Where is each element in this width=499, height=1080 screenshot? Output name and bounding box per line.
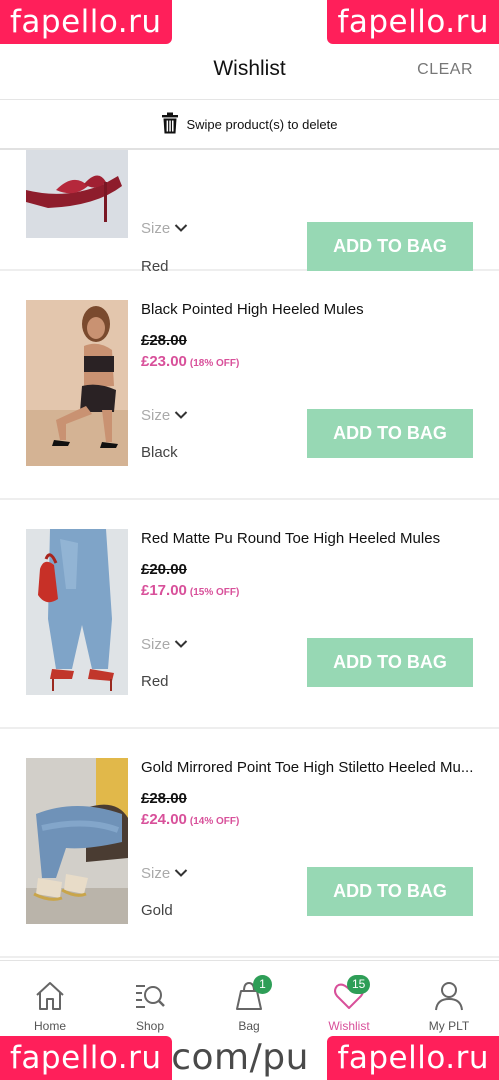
home-icon	[10, 979, 90, 1013]
product-image[interactable]	[26, 150, 128, 238]
product-name[interactable]: Gold Mirrored Point Toe High Stiletto He…	[141, 759, 476, 776]
trash-icon	[161, 112, 179, 137]
product-image[interactable]	[26, 758, 128, 924]
swipe-delete-notice: Swipe product(s) to delete	[0, 100, 499, 150]
wishlist-item[interactable]: Black Pointed High Heeled Mules £28.00 £…	[0, 271, 499, 500]
watermark-top-left: fapello.ru	[0, 0, 172, 44]
sale-price: £23.00 (18% OFF)	[141, 353, 239, 370]
sale-price: £24.00 (14% OFF)	[141, 811, 239, 828]
tab-label: Home	[33, 1019, 66, 1033]
wishlist-count-badge: 15	[347, 975, 371, 994]
sale-price-value: £23.00	[141, 353, 187, 370]
tab-home[interactable]: Home	[10, 979, 90, 1033]
color-value: Red	[141, 673, 169, 690]
bag-icon	[209, 979, 289, 1013]
tab-shop[interactable]: Shop	[110, 979, 190, 1033]
tab-bag[interactable]: 1 Bag	[209, 975, 289, 1033]
sale-price-value: £24.00	[141, 811, 187, 828]
size-label: Size	[141, 407, 171, 424]
swipe-delete-text: Swipe product(s) to delete	[186, 116, 338, 132]
watermark-bottom-right: fapello.ru	[327, 1036, 499, 1080]
color-value: Gold	[141, 902, 173, 919]
chevron-down-icon	[174, 407, 188, 424]
tab-label: Shop	[135, 1019, 165, 1033]
sale-price: £17.00 (15% OFF)	[141, 582, 239, 599]
product-name[interactable]: Red Matte Pu Round Toe High Heeled Mules	[141, 530, 476, 547]
tab-my-plt[interactable]: My PLT	[409, 979, 489, 1033]
shop-search-icon	[110, 979, 190, 1013]
discount-label: (14% OFF)	[189, 816, 240, 827]
user-icon	[409, 979, 489, 1013]
discount-label: (15% OFF)	[189, 587, 240, 598]
add-to-bag-button[interactable]: ADD TO BAG	[307, 867, 473, 916]
wishlist-list[interactable]: Size Red ADD TO BAG Black Pointed High H…	[0, 150, 499, 960]
size-selector[interactable]: Size	[141, 865, 188, 882]
size-selector[interactable]: Size	[141, 220, 188, 237]
tab-label: My PLT	[428, 1019, 470, 1033]
chevron-down-icon	[174, 220, 188, 237]
wishlist-item[interactable]: Size Red ADD TO BAG	[0, 150, 499, 275]
tab-label: Wishlist	[328, 1019, 370, 1033]
size-label: Size	[141, 636, 171, 653]
add-to-bag-button[interactable]: ADD TO BAG	[307, 409, 473, 458]
tab-wishlist[interactable]: 15 Wishlist	[309, 975, 389, 1033]
color-value: Black	[141, 444, 178, 461]
product-name[interactable]: Black Pointed High Heeled Mules	[141, 301, 476, 318]
watermark-top-right: fapello.ru	[327, 0, 499, 44]
wishlist-item[interactable]: Red Matte Pu Round Toe High Heeled Mules…	[0, 500, 499, 729]
tab-label: Bag	[238, 1019, 260, 1033]
wishlist-header: Wishlist CLEAR	[0, 40, 499, 100]
chevron-down-icon	[174, 636, 188, 653]
add-to-bag-button[interactable]: ADD TO BAG	[307, 222, 473, 271]
size-label: Size	[141, 865, 171, 882]
product-image[interactable]	[26, 529, 128, 695]
add-to-bag-button[interactable]: ADD TO BAG	[307, 638, 473, 687]
size-selector[interactable]: Size	[141, 636, 188, 653]
clear-button[interactable]: CLEAR	[417, 61, 473, 79]
size-label: Size	[141, 220, 171, 237]
size-selector[interactable]: Size	[141, 407, 188, 424]
chevron-down-icon	[174, 865, 188, 882]
discount-label: (18% OFF)	[189, 358, 240, 369]
watermark-bottom-left: fapello.ru	[0, 1036, 172, 1080]
was-price: £28.00	[141, 332, 187, 349]
product-image[interactable]	[26, 300, 128, 466]
was-price: £28.00	[141, 790, 187, 807]
wishlist-item[interactable]: Gold Mirrored Point Toe High Stiletto He…	[0, 729, 499, 958]
sale-price-value: £17.00	[141, 582, 187, 599]
bag-count-badge: 1	[253, 975, 272, 994]
was-price: £20.00	[141, 561, 187, 578]
